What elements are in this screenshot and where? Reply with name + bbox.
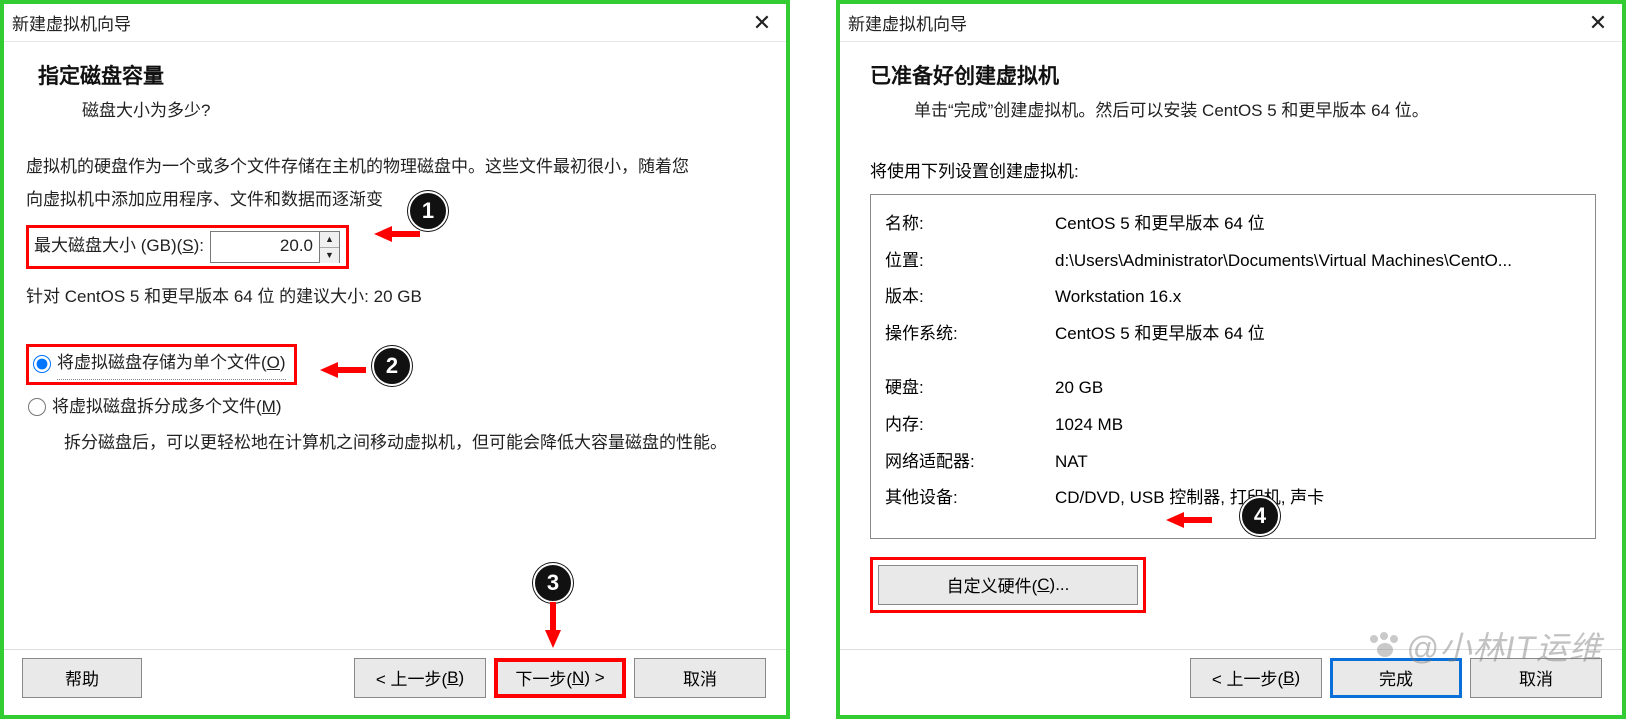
summary-row-os: 操作系统:CentOS 5 和更早版本 64 位 — [885, 319, 1581, 350]
wizard-body: 将使用下列设置创建虚拟机: 名称:CentOS 5 和更早版本 64 位 位置:… — [840, 131, 1622, 623]
callout-badge-1: 1 — [408, 191, 448, 231]
spinner-icon[interactable]: ▲ ▼ — [319, 232, 339, 262]
summary-box: 名称:CentOS 5 和更早版本 64 位 位置:d:\Users\Admin… — [870, 194, 1596, 539]
radio-single-file[interactable] — [33, 355, 51, 373]
callout-badge-3: 3 — [533, 563, 573, 603]
finish-button[interactable]: 完成 — [1330, 658, 1462, 698]
max-disk-size-row: 最大磁盘大小 (GB)(S): 20.0 ▲ ▼ — [26, 225, 349, 269]
radio-single-file-wrap: 将虚拟磁盘存储为单个文件(O) — [26, 344, 297, 385]
customize-hardware-wrap: 自定义硬件(C)... — [870, 557, 1146, 613]
arrow-icon — [320, 362, 338, 378]
arrow-icon — [1166, 512, 1184, 528]
split-description: 拆分磁盘后，可以更轻松地在计算机之间移动虚拟机，但可能会降低大容量磁盘的性能。 — [64, 429, 762, 458]
page-subheading: 磁盘大小为多少? — [82, 96, 786, 121]
disk-description-line1: 虚拟机的硬盘作为一个或多个文件存储在主机的物理磁盘中。这些文件最初很小，随着您 — [26, 153, 762, 182]
help-button[interactable]: 帮助 — [22, 658, 142, 698]
wizard-footer: < 上一步(B) 完成 取消 — [840, 649, 1622, 705]
summary-row-disk: 硬盘:20 GB — [885, 373, 1581, 404]
page-subheading: 单击“完成”创建虚拟机。然后可以安装 CentOS 5 和更早版本 64 位。 — [914, 96, 1622, 121]
customize-hardware-button[interactable]: 自定义硬件(C)... — [878, 565, 1138, 605]
back-button[interactable]: < 上一步(B) — [354, 658, 486, 698]
callout-badge-2: 2 — [372, 346, 412, 386]
wizard-header: 已准备好创建虚拟机 单击“完成”创建虚拟机。然后可以安装 CentOS 5 和更… — [840, 42, 1622, 131]
summary-row-version: 版本:Workstation 16.x — [885, 282, 1581, 313]
max-disk-size-input[interactable]: 20.0 ▲ ▼ — [210, 231, 340, 263]
page-heading: 已准备好创建虚拟机 — [870, 60, 1622, 90]
titlebar: 新建虚拟机向导 ✕ — [4, 4, 786, 42]
callout-badge-4: 4 — [1240, 496, 1280, 536]
spinner-up-icon[interactable]: ▲ — [320, 232, 339, 248]
wizard-disk-capacity: 新建虚拟机向导 ✕ 指定磁盘容量 磁盘大小为多少? 虚拟机的硬盘作为一个或多个文… — [0, 0, 790, 719]
disk-description-line2: 向虚拟机中添加应用程序、文件和数据而逐渐变 — [26, 186, 762, 215]
window-title: 新建虚拟机向导 — [848, 10, 967, 35]
recommended-size: 针对 CentOS 5 和更早版本 64 位 的建议大小: 20 GB — [26, 283, 762, 312]
titlebar: 新建虚拟机向导 ✕ — [840, 4, 1622, 42]
summary-intro: 将使用下列设置创建虚拟机: — [870, 157, 1596, 182]
spinner-down-icon[interactable]: ▼ — [320, 248, 339, 263]
close-icon[interactable]: ✕ — [1584, 12, 1612, 34]
wizard-body: 虚拟机的硬盘作为一个或多个文件存储在主机的物理磁盘中。这些文件最初很小，随着您 … — [4, 131, 786, 470]
radio-split-files-label: 将虚拟磁盘拆分成多个文件(M) — [52, 393, 282, 422]
radio-split-files[interactable] — [28, 398, 46, 416]
back-button[interactable]: < 上一步(B) — [1190, 658, 1322, 698]
arrow-icon — [545, 630, 561, 648]
summary-row-location: 位置:d:\Users\Administrator\Documents\Virt… — [885, 246, 1581, 277]
page-heading: 指定磁盘容量 — [38, 60, 786, 90]
window-title: 新建虚拟机向导 — [12, 10, 131, 35]
wizard-footer: 帮助 < 上一步(B) 下一步(N) > 取消 — [4, 649, 786, 705]
cancel-button[interactable]: 取消 — [1470, 658, 1602, 698]
arrow-icon — [374, 226, 392, 242]
radio-single-file-label: 将虚拟磁盘存储为单个文件(O) — [57, 349, 286, 380]
wizard-header: 指定磁盘容量 磁盘大小为多少? — [4, 42, 786, 131]
close-icon[interactable]: ✕ — [748, 12, 776, 34]
wizard-ready-to-create: 新建虚拟机向导 ✕ 已准备好创建虚拟机 单击“完成”创建虚拟机。然后可以安装 C… — [836, 0, 1626, 719]
cancel-button[interactable]: 取消 — [634, 658, 766, 698]
next-button[interactable]: 下一步(N) > — [494, 658, 626, 698]
summary-row-name: 名称:CentOS 5 和更早版本 64 位 — [885, 209, 1581, 240]
summary-row-other: 其他设备:CD/DVD, USB 控制器, 打印机, 声卡 — [885, 483, 1581, 514]
summary-row-memory: 内存:1024 MB — [885, 410, 1581, 441]
max-disk-size-label: 最大磁盘大小 (GB)(S): — [34, 232, 204, 261]
summary-row-network: 网络适配器:NAT — [885, 447, 1581, 478]
max-disk-size-value: 20.0 — [211, 232, 319, 261]
